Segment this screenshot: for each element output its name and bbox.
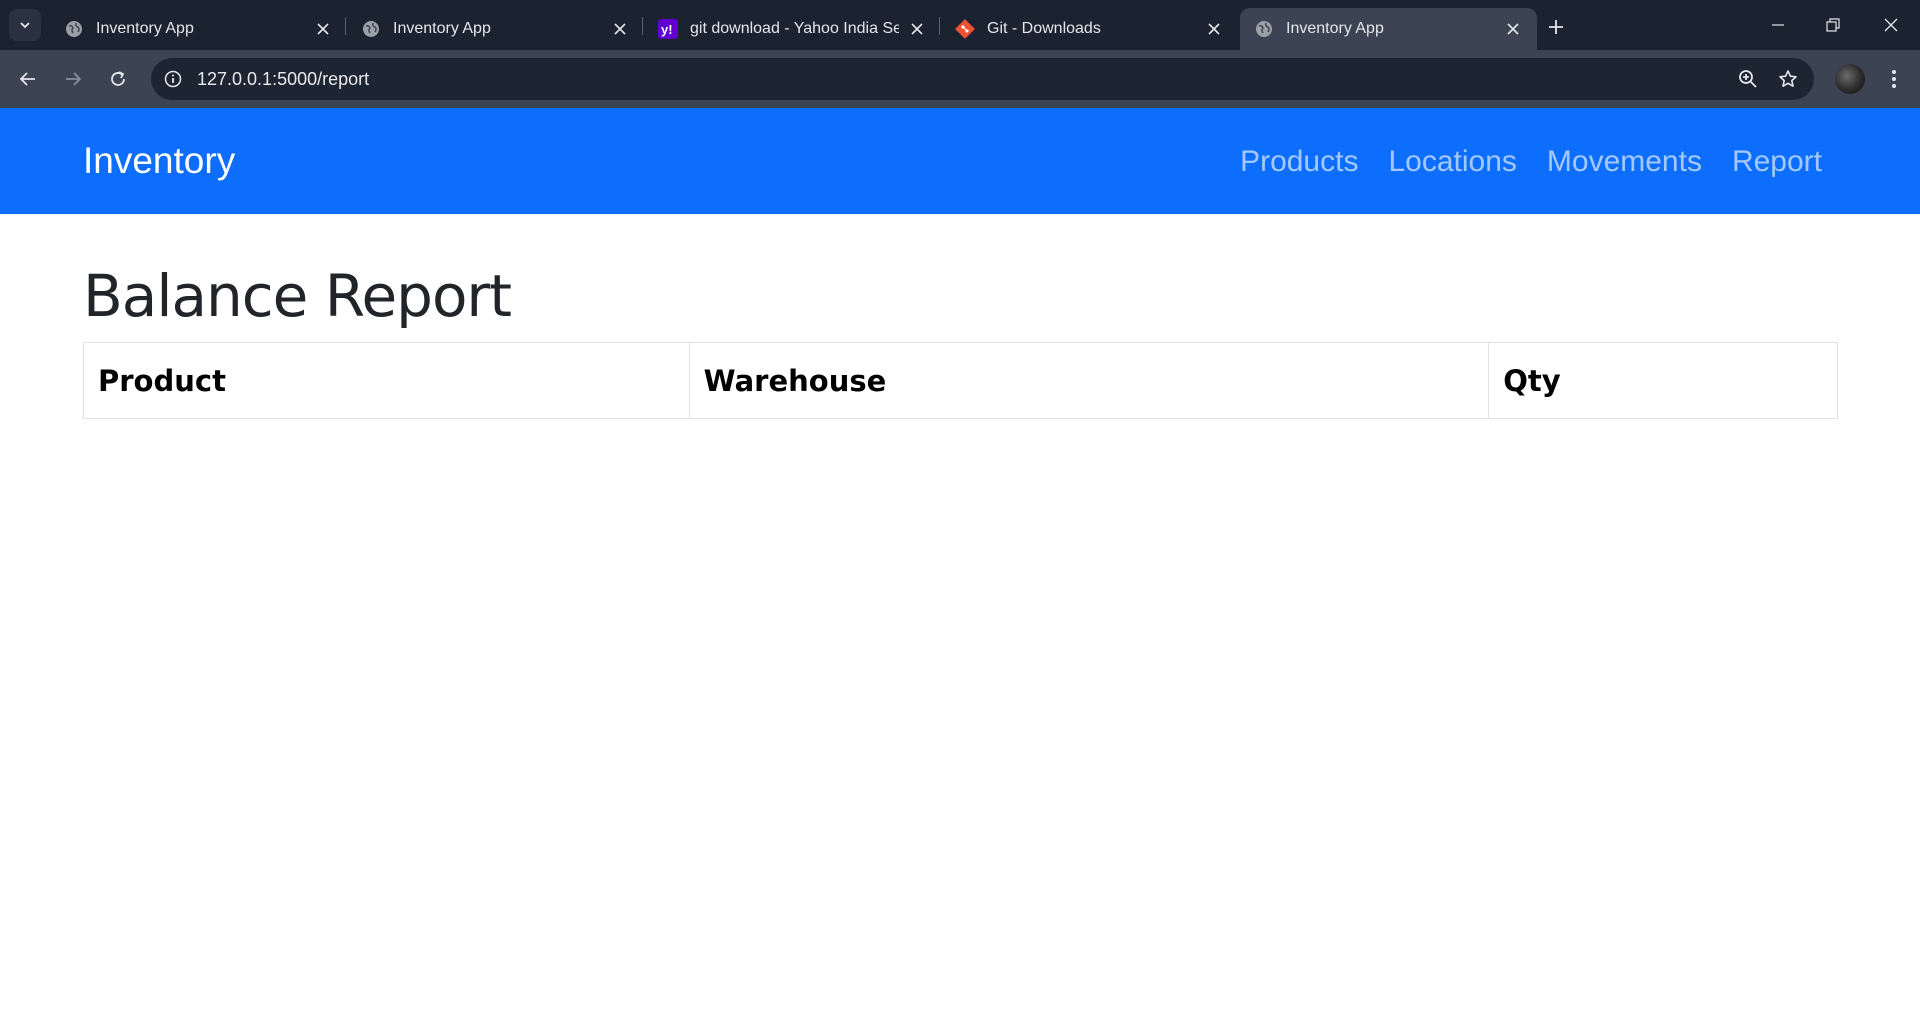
close-icon[interactable] [907,19,927,39]
plus-icon [1549,20,1563,34]
close-icon[interactable] [1503,19,1523,39]
back-button[interactable] [12,63,44,95]
bookmark-button[interactable] [1774,65,1802,93]
close-icon [1884,18,1898,32]
web-page: Inventory Products Locations Movements R… [0,108,1920,1020]
globe-icon [64,19,84,39]
column-header-qty: Qty [1488,342,1838,419]
info-icon [164,70,182,88]
tab-title: Inventory App [1286,20,1384,37]
tab-title: Git - Downloads [987,20,1101,37]
browser-tab[interactable]: y! git download - Yahoo India Sea [644,8,941,50]
tab-separator [939,17,940,35]
site-info-button[interactable] [157,63,189,95]
chevron-down-icon [20,22,30,29]
close-icon[interactable] [610,19,630,39]
git-icon [955,19,975,39]
nav-link-report[interactable]: Report [1732,142,1822,182]
balance-report-table: Product Warehouse Qty [83,342,1838,419]
tab-search-button[interactable] [9,9,41,41]
page-title: Balance Report [83,262,512,330]
forward-button[interactable] [57,63,89,95]
close-window-button[interactable] [1868,8,1914,42]
browser-tab[interactable]: Git - Downloads [941,8,1238,50]
more-vertical-icon [1892,70,1896,88]
yahoo-icon: y! [658,19,678,39]
browser-tab-active[interactable]: Inventory App [1240,8,1537,50]
nav-link-movements[interactable]: Movements [1547,142,1702,182]
navbar: Inventory Products Locations Movements R… [0,108,1920,214]
address-bar[interactable]: 127.0.0.1:5000/report [151,58,1814,100]
column-header-product: Product [83,342,690,419]
browser-tab[interactable]: Inventory App [50,8,347,50]
navbar-brand[interactable]: Inventory [83,141,235,181]
table-header-row: Product Warehouse Qty [83,342,1838,419]
arrow-left-icon [19,72,35,86]
svg-text:y!: y! [661,22,673,37]
zoom-in-icon [1739,70,1757,88]
browser-toolbar: 127.0.0.1:5000/report [0,50,1920,108]
zoom-button[interactable] [1734,65,1762,93]
restore-icon [1826,18,1840,32]
url-text[interactable]: 127.0.0.1:5000/report [197,69,369,90]
nav-link-locations[interactable]: Locations [1388,142,1516,182]
reload-icon [111,71,125,86]
close-icon[interactable] [313,19,333,39]
tab-title: git download - Yahoo India Sea [690,20,899,37]
minimize-icon [1772,24,1784,26]
browser-tab[interactable]: Inventory App [347,8,644,50]
reload-button[interactable] [102,63,134,95]
close-icon[interactable] [1204,19,1224,39]
tab-title: Inventory App [393,20,491,37]
globe-icon [361,19,381,39]
arrow-right-icon [66,72,82,86]
star-icon [1779,70,1797,87]
nav-links: Products Locations Movements Report [1240,142,1822,182]
new-tab-button[interactable] [1542,13,1570,41]
nav-link-products[interactable]: Products [1240,142,1358,182]
globe-icon [1254,19,1274,39]
tab-separator [642,17,643,35]
browser-tabstrip: Inventory App Inventory App y! git downl… [0,0,1920,50]
browser-menu-button[interactable] [1878,63,1910,95]
column-header-warehouse: Warehouse [688,342,1490,419]
tab-title: Inventory App [96,20,194,37]
tab-separator [345,17,346,35]
restore-button[interactable] [1810,8,1856,42]
profile-avatar[interactable] [1835,64,1865,94]
minimize-button[interactable] [1755,8,1801,42]
